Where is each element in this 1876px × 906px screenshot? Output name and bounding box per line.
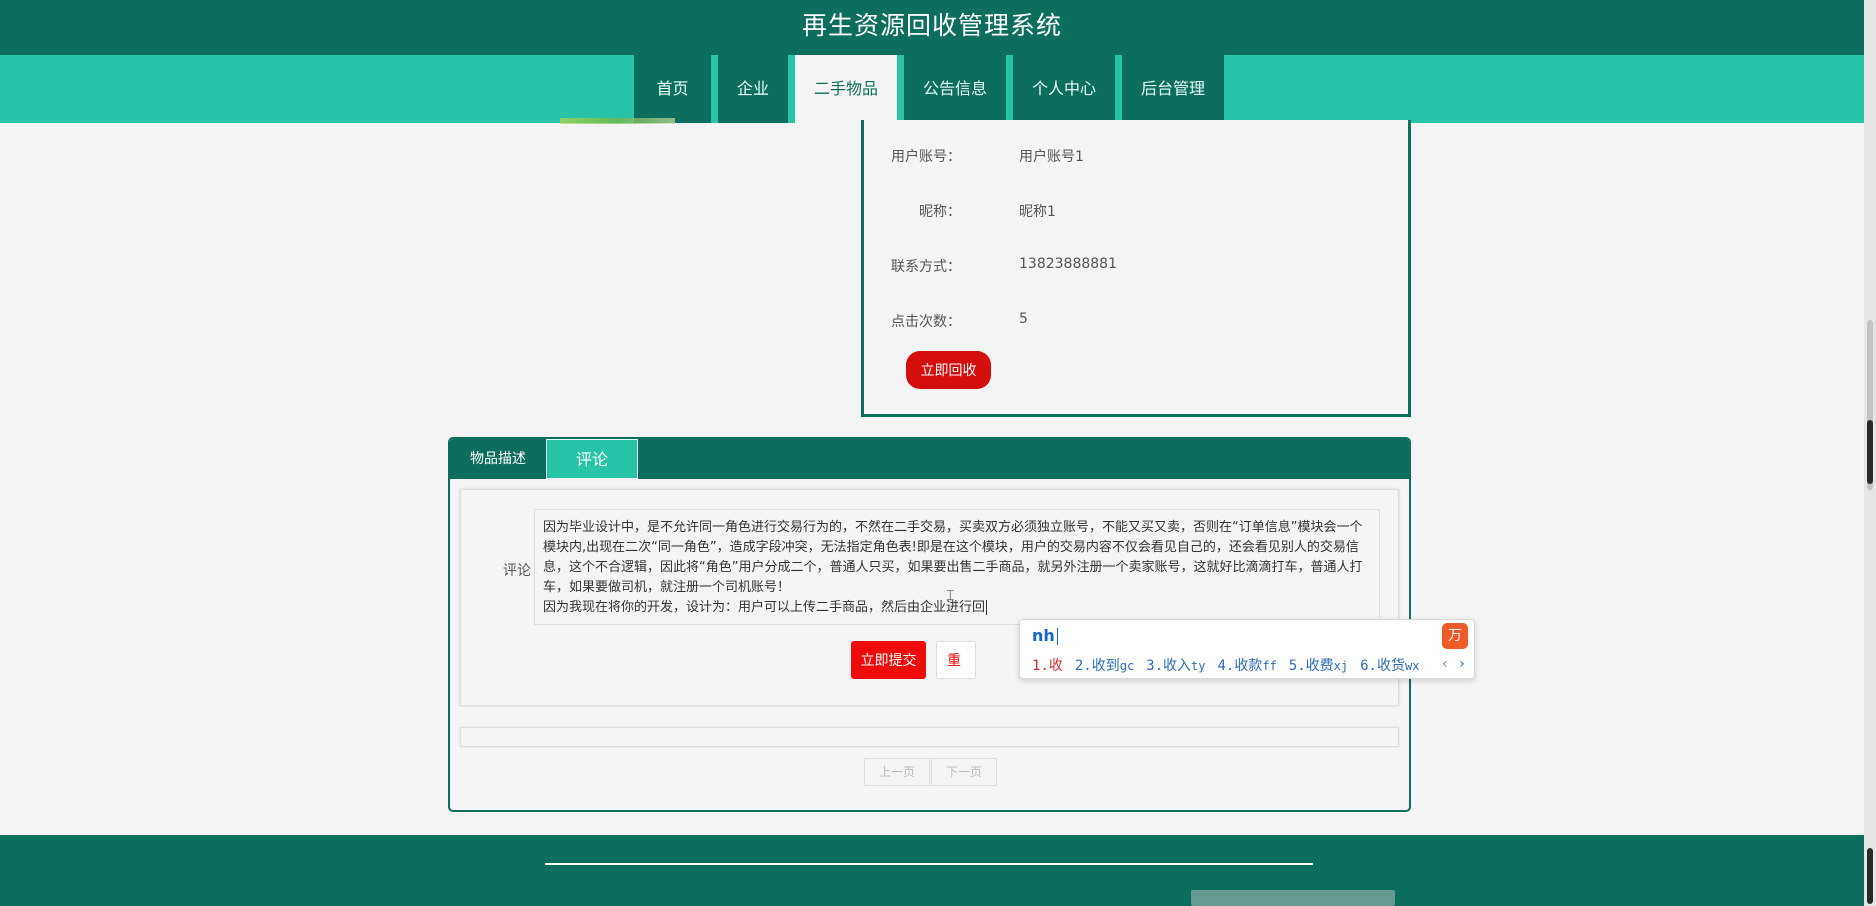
recycle-now-button[interactable]: 立即回收 — [906, 351, 991, 389]
ime-candidate-text: 收款 — [1234, 658, 1263, 674]
page-scrollbar[interactable] — [1864, 0, 1876, 906]
ime-caret — [1056, 628, 1058, 645]
pagination: 上一页 下一页 — [864, 758, 998, 786]
text-caret — [986, 600, 988, 615]
info-row-nickname: 昵称： 昵称1 — [864, 201, 1414, 221]
nav-item-2[interactable]: 二手物品 — [795, 55, 897, 123]
info-label: 点击次数： — [891, 314, 961, 330]
info-value: 用户账号1 — [1019, 149, 1084, 165]
ime-candidates: 1.收 2.收到gc 3.收入ty 4.收款ff 5.收费xj 6.收货wx — [1032, 655, 1431, 675]
ime-candidate-code: ty — [1191, 659, 1206, 673]
nav-item-5[interactable]: 后台管理 — [1122, 55, 1224, 123]
ime-candidate-index: 2. — [1074, 658, 1092, 674]
info-value: 昵称1 — [1019, 204, 1056, 220]
comment-text-line: 因为毕业设计中，是不允许同一角色进行交易行为的，不然在二手交易，买卖双方必须独立… — [543, 520, 1363, 595]
nav-item-1[interactable]: 企业 — [718, 55, 788, 123]
ime-candidate-index: 3. — [1146, 658, 1164, 674]
info-label: 用户账号： — [891, 149, 961, 165]
ime-candidate-index: 6. — [1360, 658, 1377, 674]
ime-composition-text: nh — [1032, 626, 1055, 645]
ime-candidate-index: 5. — [1288, 658, 1306, 674]
ime-candidate-text: 收货 — [1376, 658, 1405, 674]
info-label: 昵称： — [919, 204, 961, 220]
ime-logo-icon[interactable]: 万 — [1442, 623, 1468, 649]
footer — [0, 835, 1864, 906]
ime-candidate-code: ff — [1262, 659, 1277, 673]
product-image — [560, 118, 675, 124]
ime-candidate-text: 收到 — [1091, 658, 1120, 674]
footer-divider — [545, 863, 1313, 865]
info-row-clicks: 点击次数： 5 — [864, 311, 1414, 331]
nav-item-3[interactable]: 公告信息 — [904, 55, 1006, 123]
ime-next-icon[interactable]: › — [1458, 656, 1466, 672]
ime-composition: nh — [1032, 626, 1058, 645]
ime-candidate-window: nh 万 1.收 2.收到gc 3.收入ty 4.收款ff 5.收费xj 6.收货wx ‹… — [1019, 619, 1475, 679]
tab-description[interactable]: 物品描述 — [450, 439, 546, 479]
ime-candidate[interactable]: 6.收货wx — [1360, 655, 1419, 675]
submit-comment-button[interactable]: 立即提交 — [851, 641, 926, 679]
comment-text-line-current: 因为我现在将你的开发，设计为：用户可以上传二手商品，然后由企业进行回 — [543, 598, 1371, 618]
comment-label: 评论 — [503, 563, 531, 579]
app-header: 再生资源回收管理系统 — [0, 0, 1864, 55]
nav-item-4[interactable]: 个人中心 — [1013, 55, 1115, 123]
ime-candidate[interactable]: 3.收入ty — [1146, 655, 1205, 675]
ime-candidate-code: wx — [1404, 659, 1420, 673]
ime-candidate[interactable]: 4.收款ff — [1217, 655, 1276, 675]
ime-candidate-code: xj — [1333, 659, 1349, 673]
comment-textarea[interactable]: 因为毕业设计中，是不允许同一角色进行交易行为的，不然在二手交易，买卖双方必须独立… — [534, 509, 1380, 625]
info-value: 13823888881 — [1019, 256, 1117, 272]
page-title: 再生资源回收管理系统 — [801, 11, 1062, 40]
ime-candidate[interactable]: 1.收 — [1032, 655, 1063, 675]
ime-candidate-text: 收 — [1048, 658, 1063, 674]
nav-list: 首页 企业 二手物品 公告信息 个人中心 后台管理 — [634, 55, 1231, 123]
tab-comments[interactable]: 评论 — [546, 439, 638, 479]
ime-toolbar[interactable] — [1191, 890, 1395, 906]
ime-candidate[interactable]: 5.收费xj — [1289, 655, 1348, 675]
next-page-button[interactable]: 下一页 — [931, 758, 997, 786]
ime-candidate-code: gc — [1119, 659, 1135, 673]
comment-text-line-last: 因为我现在将你的开发，设计为：用户可以上传二手商品，然后由企业进行回 — [543, 600, 986, 615]
ime-candidate-index: 1. — [1032, 658, 1049, 674]
ime-candidate-index: 4. — [1217, 658, 1235, 674]
item-info-box: 用户账号： 用户账号1 昵称： 昵称1 联系方式： 13823888881 点击… — [861, 120, 1411, 417]
ime-candidate[interactable]: 2.收到gc — [1075, 655, 1134, 675]
ime-page-arrows: ‹ › — [1441, 656, 1466, 672]
ime-candidate-text: 收入 — [1163, 658, 1192, 674]
ime-prev-icon[interactable]: ‹ — [1441, 656, 1449, 672]
info-row-contact: 联系方式： 13823888881 — [864, 256, 1414, 276]
scrollbar-thumb-lower[interactable] — [1867, 848, 1873, 904]
info-row-account: 用户账号： 用户账号1 — [864, 146, 1414, 166]
nav-item-0[interactable]: 首页 — [634, 55, 711, 123]
ime-candidate-text: 收费 — [1305, 658, 1334, 674]
scrollbar-thumb[interactable] — [1867, 420, 1873, 484]
info-label: 联系方式： — [891, 259, 961, 275]
reset-button[interactable]: 重 — [936, 641, 976, 679]
text-cursor-icon: ⌶ — [946, 588, 955, 604]
comment-list — [460, 727, 1399, 747]
prev-page-button[interactable]: 上一页 — [864, 758, 930, 786]
info-value: 5 — [1019, 311, 1028, 327]
tab-header: 物品描述 评论 — [450, 439, 1409, 479]
main-nav: 首页 企业 二手物品 公告信息 个人中心 后台管理 — [0, 55, 1864, 123]
